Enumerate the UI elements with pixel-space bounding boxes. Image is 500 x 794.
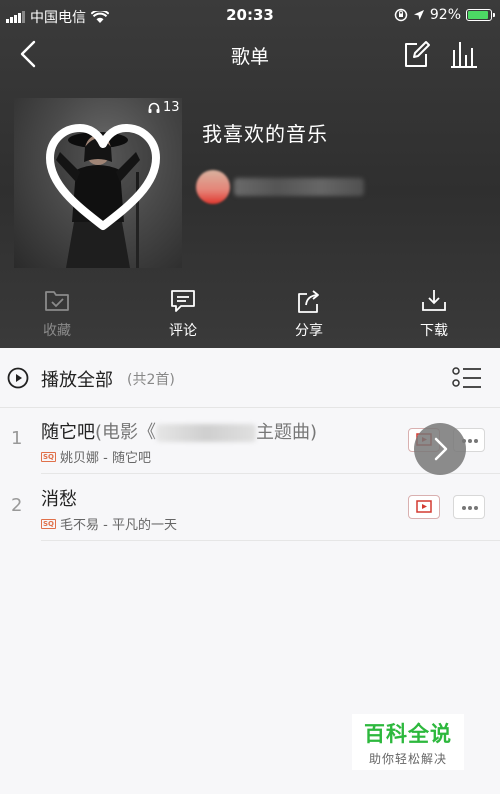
song-count: (共2首): [127, 372, 175, 388]
quality-badge: SQ: [41, 518, 56, 529]
mv-button[interactable]: [408, 495, 440, 519]
song-title-suffix: 主题曲): [256, 422, 318, 443]
more-button[interactable]: [453, 495, 485, 519]
playlist-cover[interactable]: [14, 98, 182, 268]
song-row[interactable]: 2 消愁 SQ 毛不易 - 平凡的一天: [0, 475, 500, 541]
folder-check-icon: [45, 291, 69, 311]
play-all-label[interactable]: 播放全部: [41, 366, 113, 392]
song-title: 随它吧(电影《 主题曲): [41, 418, 317, 444]
download-label: 下载: [420, 323, 448, 339]
status-bar: 中国电信 20:33 92%: [0, 0, 500, 30]
song-index: 2: [11, 495, 23, 516]
edit-icon[interactable]: [401, 38, 431, 70]
watermark: 百科全说 助你轻松解决: [352, 714, 464, 770]
playlist-title: 我喜欢的音乐: [202, 122, 328, 146]
song-meta: SQ 毛不易 - 平凡的一天: [41, 514, 177, 533]
orientation-lock-icon: [394, 8, 408, 22]
play-count-value: 13: [163, 100, 180, 115]
comment-button[interactable]: 评论: [143, 288, 223, 340]
action-row: 收藏 评论 分享 下载: [0, 288, 500, 344]
comment-icon: [171, 290, 195, 312]
song-artist-album: 姚贝娜 - 随它吧: [60, 451, 151, 466]
song-artist-album: 毛不易 - 平凡的一天: [60, 518, 177, 533]
share-icon: [298, 290, 319, 313]
download-button[interactable]: 下载: [394, 288, 474, 340]
play-circle-icon[interactable]: [7, 367, 29, 389]
play-count: 13: [148, 100, 180, 115]
video-icon: [416, 500, 432, 513]
song-title-main: 随它吧: [41, 422, 95, 443]
collect-button[interactable]: 收藏: [17, 288, 97, 340]
song-meta: SQ 姚贝娜 - 随它吧: [41, 447, 151, 466]
heart-icon: [46, 124, 160, 230]
share-label: 分享: [295, 323, 323, 339]
redacted-text: [156, 424, 257, 442]
share-button[interactable]: 分享: [269, 288, 349, 340]
avatar[interactable]: [196, 170, 230, 204]
watermark-title: 百科全说: [364, 722, 452, 746]
headphone-icon: [148, 102, 160, 113]
quality-badge: SQ: [41, 451, 56, 462]
battery-icon: [466, 9, 495, 21]
comment-label: 评论: [169, 323, 197, 339]
chevron-right-icon: [434, 437, 448, 461]
creator-name-redacted: [234, 178, 364, 196]
playlist-header: 中国电信 20:33 92% 歌单 13 我喜欢的音乐 收藏 评论 分享 下载: [0, 0, 500, 348]
song-index: 1: [11, 428, 23, 449]
watermark-subtitle: 助你轻松解决: [368, 752, 447, 766]
collect-label: 收藏: [43, 323, 71, 339]
download-icon: [422, 290, 446, 311]
chart-icon[interactable]: [448, 38, 480, 70]
battery-percent: 92%: [429, 7, 461, 23]
song-title-prefix: (电影《: [95, 422, 157, 443]
creator-info[interactable]: [196, 170, 371, 204]
play-all-row[interactable]: 播放全部 (共2首): [0, 348, 500, 408]
floating-arrow-button[interactable]: [414, 423, 466, 475]
multi-select-icon[interactable]: [452, 366, 482, 390]
status-right: 92%: [394, 7, 495, 23]
location-icon: [413, 10, 424, 20]
nav-bar: 歌单: [0, 34, 500, 74]
song-title: 消愁: [41, 489, 77, 510]
divider: [41, 540, 500, 541]
